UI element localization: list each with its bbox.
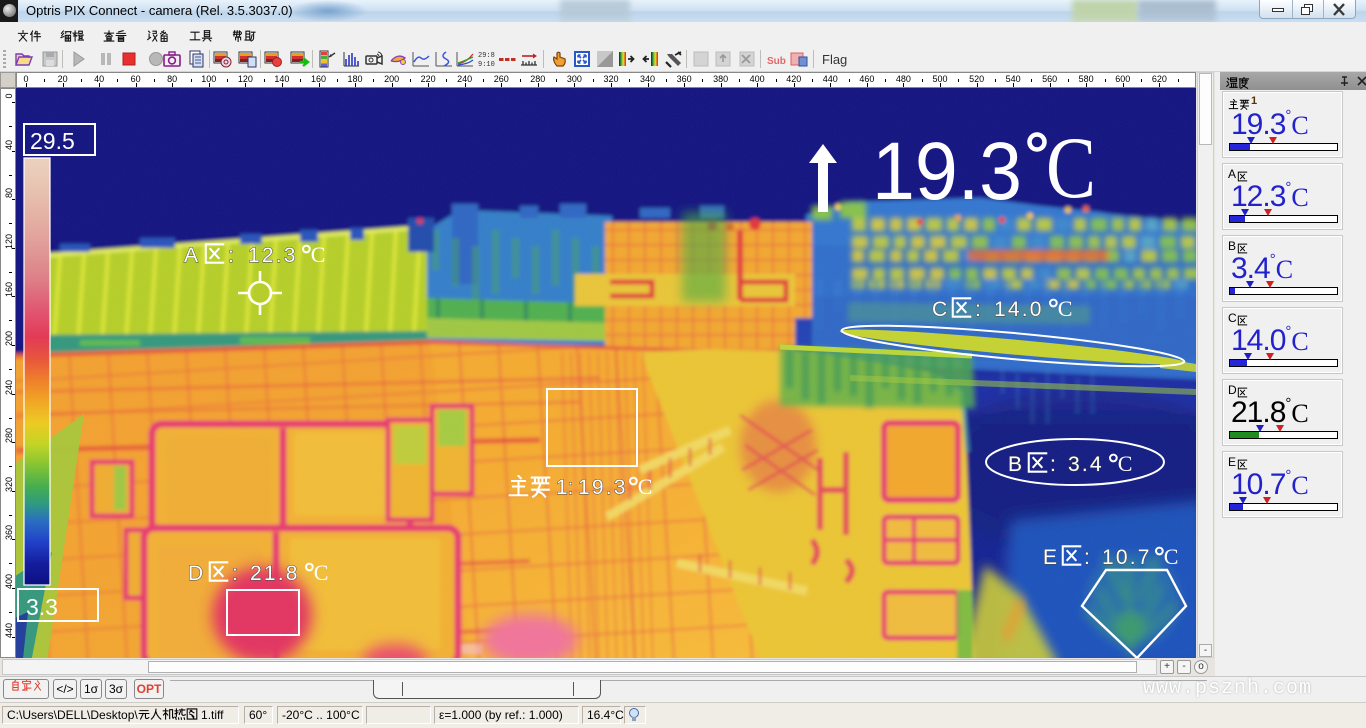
svg-text::: : [228,244,234,267]
svg-text:10.7: 10.7 [1102,546,1152,569]
svg-text:9:10: 9:10 [478,61,495,69]
svg-text:C: C [1058,296,1073,321]
svg-text:29:8: 29:8 [478,52,495,60]
svg-text:C: C [1164,544,1179,569]
svg-text:3.4: 3.4 [1068,453,1104,476]
svg-text:A: A [184,244,198,267]
svg-text:19.3: 19.3 [578,476,628,499]
svg-text:29.5: 29.5 [30,128,75,154]
svg-text::: : [232,562,238,585]
svg-text:21.8: 21.8 [250,562,300,585]
svg-text:1:: 1: [556,476,574,499]
svg-text:12.3: 12.3 [248,244,298,267]
svg-text:14.0: 14.0 [994,298,1044,321]
svg-text::: : [1050,453,1056,476]
svg-text:B: B [1008,453,1022,476]
svg-text:19.3: 19.3 [872,126,1022,217]
svg-text::: : [975,298,981,321]
svg-text:C: C [1046,120,1096,217]
svg-text:C: C [1118,451,1133,476]
svg-text:C: C [638,474,653,499]
svg-text:C: C [311,242,326,267]
svg-text:C: C [932,298,947,321]
svg-text:D: D [188,562,203,585]
svg-text:Sub: Sub [767,56,786,67]
svg-text:E: E [1043,546,1057,569]
svg-text:3.3: 3.3 [26,594,58,620]
svg-text::: : [1084,546,1090,569]
svg-text:C: C [314,560,329,585]
